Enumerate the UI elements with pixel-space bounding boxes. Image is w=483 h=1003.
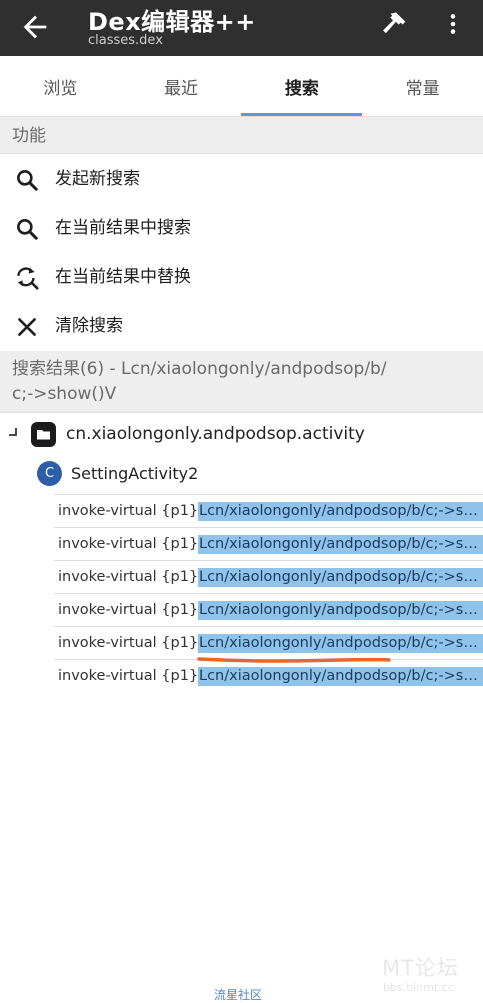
- clear-search-label: 清除搜索: [55, 316, 123, 336]
- functions-header: 功能: [0, 116, 483, 154]
- file-subtitle: classes.dex: [88, 33, 163, 48]
- instruction-prefix: invoke-virtual {p1},: [58, 635, 203, 651]
- class-badge-icon: C: [37, 461, 62, 486]
- match-highlight: Lcn/xiaolongonly/andpodsop/b/c;->sh...: [198, 568, 483, 587]
- tab-search[interactable]: 搜索: [242, 56, 363, 116]
- annotation-underline: [197, 657, 391, 663]
- results-header: 搜索结果(6) - Lcn/xiaolongonly/andpodsop/b/ …: [0, 351, 483, 413]
- instruction-prefix: invoke-virtual {p1},: [58, 602, 203, 618]
- result-row[interactable]: invoke-virtual {p1}, Lcn/xiaolongonly/an…: [54, 560, 483, 593]
- match-highlight: Lcn/xiaolongonly/andpodsop/b/c;->sh...: [198, 535, 483, 554]
- watermark-logo: MT论坛: [382, 956, 459, 980]
- watermark-url: bbs.binmt.cc: [383, 981, 454, 994]
- tab-browse[interactable]: 浏览: [0, 56, 121, 116]
- match-highlight: Lcn/xiaolongonly/andpodsop/b/c;->sh...: [198, 634, 483, 653]
- instruction-prefix: invoke-virtual {p1},: [58, 668, 203, 684]
- folder-icon: [31, 422, 56, 447]
- instruction-prefix: invoke-virtual {p1},: [58, 569, 203, 585]
- search-icon: [17, 219, 38, 240]
- more-vert-icon[interactable]: [440, 8, 466, 40]
- search-icon: [17, 170, 38, 191]
- hammer-icon[interactable]: [378, 8, 410, 40]
- match-highlight: Lcn/xiaolongonly/andpodsop/b/c;->sh...: [198, 667, 483, 686]
- match-highlight: Lcn/xiaolongonly/andpodsop/b/c;->sh...: [198, 502, 483, 521]
- replace-in-results-item[interactable]: 在当前结果中替换: [0, 253, 483, 302]
- results-header-line1: 搜索结果(6) - Lcn/xiaolongonly/andpodsop/b/: [12, 359, 387, 379]
- result-row[interactable]: invoke-virtual {p1}, Lcn/xiaolongonly/an…: [54, 593, 483, 626]
- app-bar: Dex编辑器++ classes.dex: [0, 0, 483, 56]
- search-in-results-label: 在当前结果中搜索: [55, 218, 191, 238]
- new-search-item[interactable]: 发起新搜索: [0, 155, 483, 204]
- package-node[interactable]: cn.xiaolongonly.andpodsop.activity: [0, 413, 483, 455]
- package-name: cn.xiaolongonly.andpodsop.activity: [66, 424, 365, 444]
- replace-in-results-label: 在当前结果中替换: [55, 267, 191, 287]
- new-search-label: 发起新搜索: [55, 169, 140, 189]
- watermark-bottom: 流星社区: [214, 988, 263, 1002]
- instruction-prefix: invoke-virtual {p1},: [58, 503, 203, 519]
- class-name: SettingActivity2: [71, 464, 199, 483]
- clear-search-item[interactable]: 清除搜索: [0, 302, 483, 351]
- close-icon: [18, 318, 36, 336]
- tab-recent[interactable]: 最近: [121, 56, 242, 116]
- tab-constants[interactable]: 常量: [362, 56, 483, 116]
- result-row[interactable]: invoke-virtual {p1}, Lcn/xiaolongonly/an…: [54, 626, 483, 659]
- results-header-line2: c;->show()V: [12, 384, 117, 404]
- collapse-corner-icon[interactable]: [6, 425, 20, 439]
- search-in-results-item[interactable]: 在当前结果中搜索: [0, 204, 483, 253]
- tab-bar: 浏览 最近 搜索 常量: [0, 56, 483, 116]
- class-node[interactable]: C SettingActivity2: [0, 455, 483, 493]
- match-highlight: Lcn/xiaolongonly/andpodsop/b/c;->sh...: [198, 601, 483, 620]
- instruction-prefix: invoke-virtual {p1},: [58, 536, 203, 552]
- replace-icon: [17, 267, 39, 290]
- result-row[interactable]: invoke-virtual {p1}, Lcn/xiaolongonly/an…: [54, 494, 483, 527]
- result-row[interactable]: invoke-virtual {p1}, Lcn/xiaolongonly/an…: [54, 527, 483, 560]
- app-title: Dex编辑器++: [88, 8, 256, 36]
- back-arrow-icon[interactable]: [18, 10, 52, 44]
